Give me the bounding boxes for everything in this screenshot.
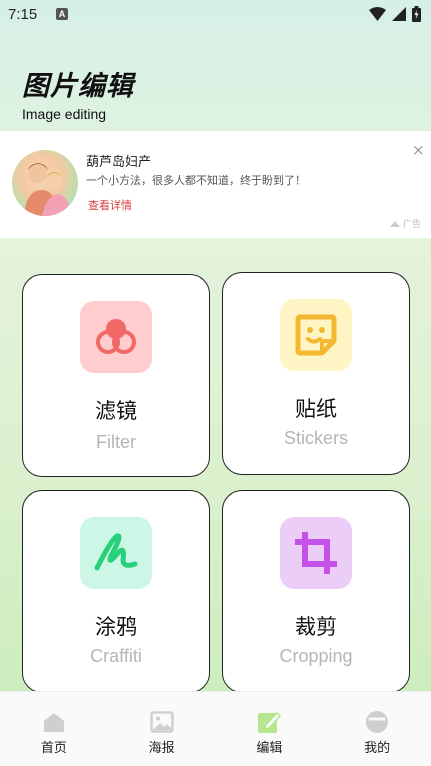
card-sublabel: Filter xyxy=(96,432,136,452)
card-label: 贴纸 xyxy=(295,397,337,421)
nav-label: 首页 xyxy=(40,741,67,756)
nav-item-edit[interactable]: 编辑 xyxy=(216,692,324,766)
notification-icon: A xyxy=(56,8,68,20)
status-time: 7:15 xyxy=(8,6,38,23)
filter-card[interactable]: 滤镜 Filter xyxy=(22,274,210,477)
stickers-card[interactable]: 贴纸 Stickers xyxy=(222,272,410,475)
nav-label: 编辑 xyxy=(256,741,283,756)
signal-icon xyxy=(392,7,406,21)
card-sublabel: Craffiti xyxy=(90,646,142,666)
wifi-icon xyxy=(369,7,386,21)
edit-icon xyxy=(258,711,282,733)
battery-icon xyxy=(412,6,421,22)
card-sublabel: Cropping xyxy=(279,646,353,666)
ad-image xyxy=(12,150,78,216)
image-icon xyxy=(149,711,174,733)
page-title: 图片编辑 xyxy=(22,71,134,102)
scribble-icon xyxy=(80,517,152,589)
profile-icon xyxy=(366,711,389,733)
ad-banner[interactable]: 葫芦岛妇产 一个小方法，很多人都不知道，终于盼到了！ 查看详情 × 广告 xyxy=(0,131,431,238)
ad-logo-icon xyxy=(389,220,400,227)
home-icon xyxy=(43,713,64,732)
ad-details-link[interactable]: 查看详情 xyxy=(88,197,132,213)
nav-item-home[interactable]: 首页 xyxy=(0,692,108,766)
status-bar: 7:15 A xyxy=(0,0,431,30)
graffiti-card[interactable]: 涂鸦 Craffiti xyxy=(22,490,210,693)
nav-item-mine[interactable]: 我的 xyxy=(323,692,431,766)
crop-icon xyxy=(280,517,352,589)
ad-description: 一个小方法，很多人都不知道，终于盼到了！ xyxy=(86,174,306,187)
card-label: 涂鸦 xyxy=(95,615,137,639)
bottom-nav: 首页 海报 编辑 我的 xyxy=(0,691,431,766)
card-label: 裁剪 xyxy=(295,615,337,639)
filter-icon xyxy=(80,301,152,373)
ad-title: 葫芦岛妇产 xyxy=(86,155,152,170)
status-icons xyxy=(369,6,421,22)
ad-tag: 广告 xyxy=(389,217,421,230)
nav-label: 我的 xyxy=(364,741,391,756)
nav-item-poster[interactable]: 海报 xyxy=(108,692,216,766)
page-subtitle: Image editing xyxy=(22,106,107,122)
sticker-icon xyxy=(280,299,352,371)
ad-close-icon[interactable]: × xyxy=(412,141,425,159)
card-label: 滤镜 xyxy=(95,399,137,423)
card-sublabel: Stickers xyxy=(283,428,348,448)
cropping-card[interactable]: 裁剪 Cropping xyxy=(222,490,410,693)
ad-tag-label: 广告 xyxy=(402,220,421,230)
nav-label: 海报 xyxy=(148,741,175,756)
